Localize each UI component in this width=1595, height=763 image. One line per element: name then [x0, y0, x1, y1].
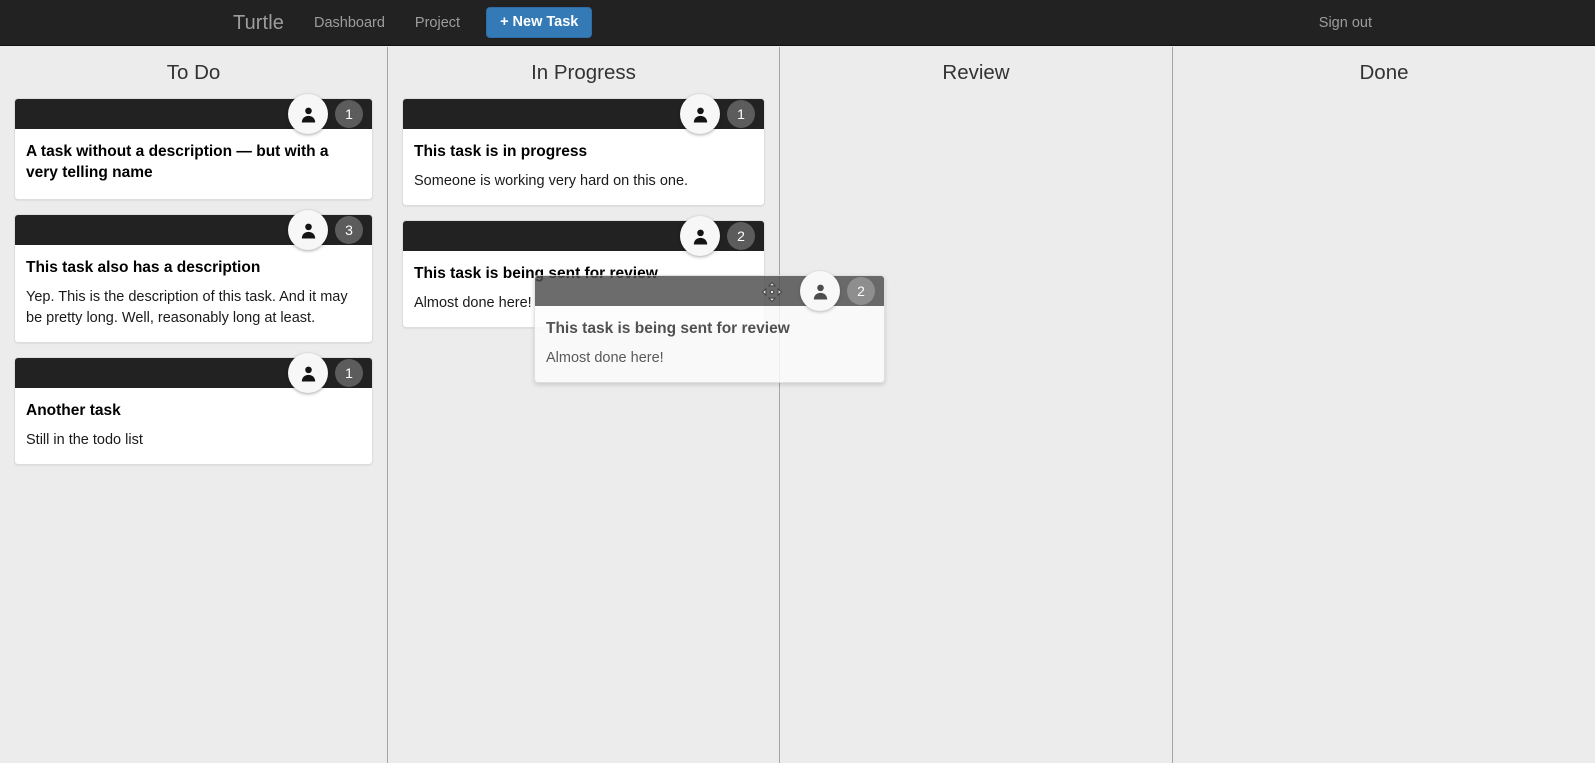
person-icon	[288, 94, 328, 134]
card-body: A task without a description — but with …	[15, 129, 372, 199]
column-in-progress[interactable]: In Progress 1 This task is in progress S…	[388, 47, 780, 763]
card-body: This task also has a description Yep. Th…	[15, 245, 372, 342]
nav-link-project[interactable]: Project	[400, 13, 475, 33]
status-badge: 2	[727, 222, 755, 250]
card-body: This task is in progress Someone is work…	[403, 129, 764, 205]
column-title-to-do: To Do	[166, 61, 221, 84]
column-title-in-progress: In Progress	[531, 61, 636, 84]
card-body: This task is being sent for review Almos…	[535, 306, 884, 382]
card-header[interactable]: 2	[403, 216, 764, 256]
status-badge: 3	[335, 216, 363, 244]
person-icon	[288, 210, 328, 250]
card-header[interactable]: 3	[15, 210, 372, 250]
card-header[interactable]: 2	[535, 271, 884, 311]
card-title: This task is in progress	[414, 143, 588, 160]
card-header[interactable]: 1	[15, 353, 372, 393]
card-title: This task also has a description	[26, 259, 261, 276]
card-title: A task without a description — but with …	[26, 143, 329, 181]
sign-out-link[interactable]: Sign out	[1304, 13, 1387, 33]
kanban-board: To Do 1 A task without a description — b…	[0, 47, 1595, 763]
card-description: Still in the todo list	[26, 432, 143, 448]
task-card[interactable]: 1 A task without a description — but wit…	[14, 94, 373, 200]
column-title-review: Review	[942, 61, 1010, 84]
status-badge: 1	[335, 359, 363, 387]
person-icon	[680, 216, 720, 256]
card-header[interactable]: 1	[15, 94, 372, 134]
task-card[interactable]: 1 This task is in progress Someone is wo…	[402, 94, 765, 206]
dragging-task-card[interactable]: 2 This task is being sent for review Alm…	[534, 271, 885, 383]
card-list-to-do: 1 A task without a description — but wit…	[0, 94, 387, 465]
card-header[interactable]: 1	[403, 94, 764, 134]
status-badge: 2	[847, 277, 875, 305]
new-task-button[interactable]: + New Task	[486, 7, 593, 38]
nav-link-dashboard[interactable]: Dashboard	[299, 13, 400, 33]
task-card[interactable]: 1 Another task Still in the todo list	[14, 353, 373, 465]
card-title: Another task	[26, 402, 121, 419]
column-review[interactable]: Review	[780, 47, 1173, 763]
status-badge: 1	[335, 100, 363, 128]
person-icon	[800, 271, 840, 311]
column-done[interactable]: Done	[1173, 47, 1595, 763]
task-card[interactable]: 3 This task also has a description Yep. …	[14, 210, 373, 343]
card-description: Yep. This is the description of this tas…	[26, 289, 348, 326]
card-title: This task is being sent for review	[546, 320, 790, 337]
person-icon	[288, 353, 328, 393]
person-icon	[680, 94, 720, 134]
top-navbar: Turtle Dashboard Project + New Task Sign…	[0, 0, 1595, 46]
move-cursor-icon	[760, 280, 784, 304]
column-title-done: Done	[1359, 61, 1409, 84]
card-description: Someone is working very hard on this one…	[414, 173, 689, 189]
navbar-left-group: Turtle Dashboard Project + New Task	[218, 0, 593, 46]
status-badge: 1	[727, 100, 755, 128]
card-body: Another task Still in the todo list	[15, 388, 372, 464]
brand-logo[interactable]: Turtle	[218, 13, 299, 33]
card-description: Almost done here!	[546, 350, 664, 366]
column-to-do[interactable]: To Do 1 A task without a description — b…	[0, 47, 388, 763]
